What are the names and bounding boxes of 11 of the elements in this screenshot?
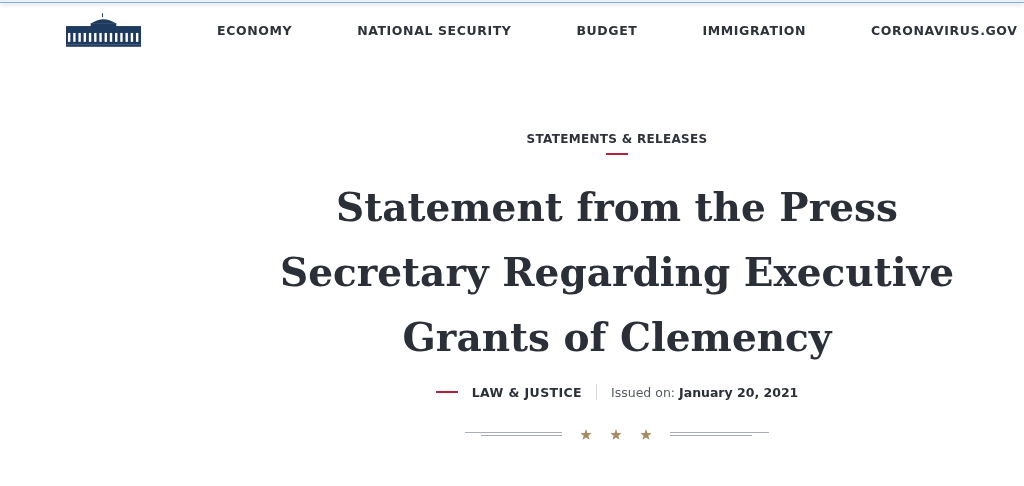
issued-date: January 20, 2021	[679, 384, 799, 400]
nav-link[interactable]: IMMIGRATION	[702, 22, 807, 38]
nav-link[interactable]: CORONAVIRUS.GOV	[871, 22, 1018, 38]
nav-link[interactable]: ECONOMY	[217, 22, 293, 38]
issued-label: Issued on:	[611, 384, 676, 400]
building-logo-icon[interactable]	[66, 13, 141, 47]
category-link[interactable]: STATEMENTS & RELEASES	[526, 132, 708, 146]
nav-link[interactable]: BUDGET	[576, 22, 638, 38]
nav-link[interactable]: NATIONAL SECURITY	[357, 22, 512, 38]
topic-link[interactable]: LAW & JUSTICE	[471, 384, 583, 400]
article-title: Statement from the Press Secretary Regarding Executive Grants of Clemency	[279, 183, 955, 362]
